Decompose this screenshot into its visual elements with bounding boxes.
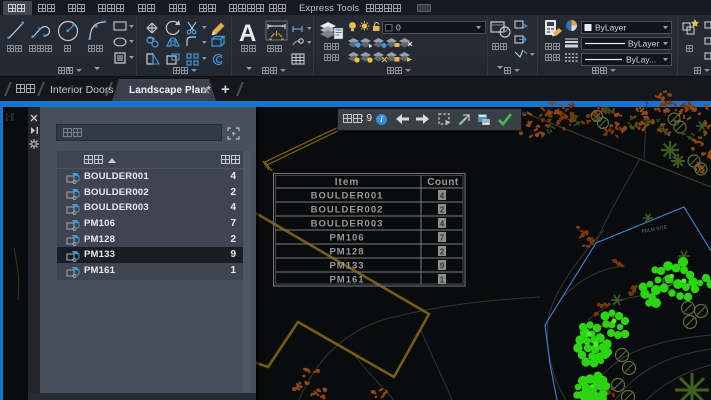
svg-text:Count: Count: [427, 177, 459, 188]
svg-text:PM161: PM161: [329, 275, 364, 286]
svg-text:BOULDER002: BOULDER002: [311, 205, 384, 216]
svg-text:9: 9: [440, 261, 445, 271]
svg-text:PM133: PM133: [329, 261, 364, 272]
svg-text:Item: Item: [335, 177, 360, 188]
svg-text:PM106: PM106: [329, 233, 364, 244]
svg-text:7: 7: [440, 233, 445, 243]
svg-text:4: 4: [440, 219, 445, 229]
svg-text:PALM SITE: PALM SITE: [641, 224, 668, 234]
svg-text:2: 2: [440, 205, 445, 215]
svg-text:1: 1: [440, 275, 445, 285]
svg-text:4: 4: [440, 191, 445, 201]
svg-text:BOULDER001: BOULDER001: [311, 191, 384, 202]
svg-text:[-][: [-][: [6, 114, 14, 121]
svg-text:PM128: PM128: [329, 247, 364, 258]
svg-text:2: 2: [440, 247, 445, 257]
svg-text:BOULDER003: BOULDER003: [311, 219, 384, 230]
